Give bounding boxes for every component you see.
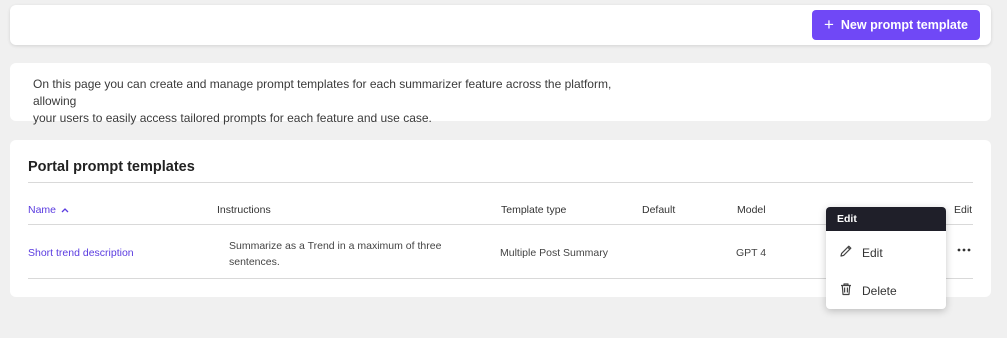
intro-text: On this page you can create and manage p… xyxy=(33,76,653,127)
template-name-link[interactable]: Short trend description xyxy=(28,247,134,259)
menu-item-delete-label: Delete xyxy=(862,283,897,298)
column-header-model: Model xyxy=(737,204,766,216)
column-header-edit: Edit xyxy=(954,204,973,216)
template-instructions-line-1: Summarize as a Trend in a maximum of thr… xyxy=(229,240,442,252)
template-model: GPT 4 xyxy=(736,247,767,259)
row-actions-menu: Edit Edit Delete xyxy=(826,207,946,309)
menu-item-delete[interactable]: Delete xyxy=(839,282,897,299)
new-prompt-template-button[interactable]: + New prompt template xyxy=(811,10,980,40)
section-title: Portal prompt templates xyxy=(28,159,195,175)
column-header-template-type: Template type xyxy=(501,204,567,216)
column-header-default: Default xyxy=(642,204,676,216)
column-header-name-label: Name xyxy=(28,204,57,216)
menu-item-edit[interactable]: Edit xyxy=(839,244,883,261)
new-prompt-template-label: New prompt template xyxy=(840,18,968,32)
intro-card: On this page you can create and manage p… xyxy=(10,63,991,125)
plus-icon: + xyxy=(823,14,834,34)
more-horizontal-icon[interactable] xyxy=(956,242,972,258)
trash-icon xyxy=(839,282,853,299)
template-type: Multiple Post Summary xyxy=(500,247,608,259)
template-instructions-line-2: sentences. xyxy=(229,256,280,268)
template-instructions: Summarize as a Trend in a maximum of thr… xyxy=(229,238,469,270)
title-divider xyxy=(28,182,973,183)
menu-item-edit-label: Edit xyxy=(862,245,883,260)
column-header-instructions: Instructions xyxy=(217,204,271,216)
chevron-up-icon xyxy=(61,205,69,215)
intro-text-line-1: On this page you can create and manage p… xyxy=(33,77,612,108)
intro-text-line-2: your users to easily access tailored pro… xyxy=(33,111,432,125)
menu-header: Edit xyxy=(826,207,946,231)
column-header-name[interactable]: Name xyxy=(28,204,69,216)
pencil-icon xyxy=(839,244,853,261)
toolbar-card: + New prompt template xyxy=(10,5,991,45)
